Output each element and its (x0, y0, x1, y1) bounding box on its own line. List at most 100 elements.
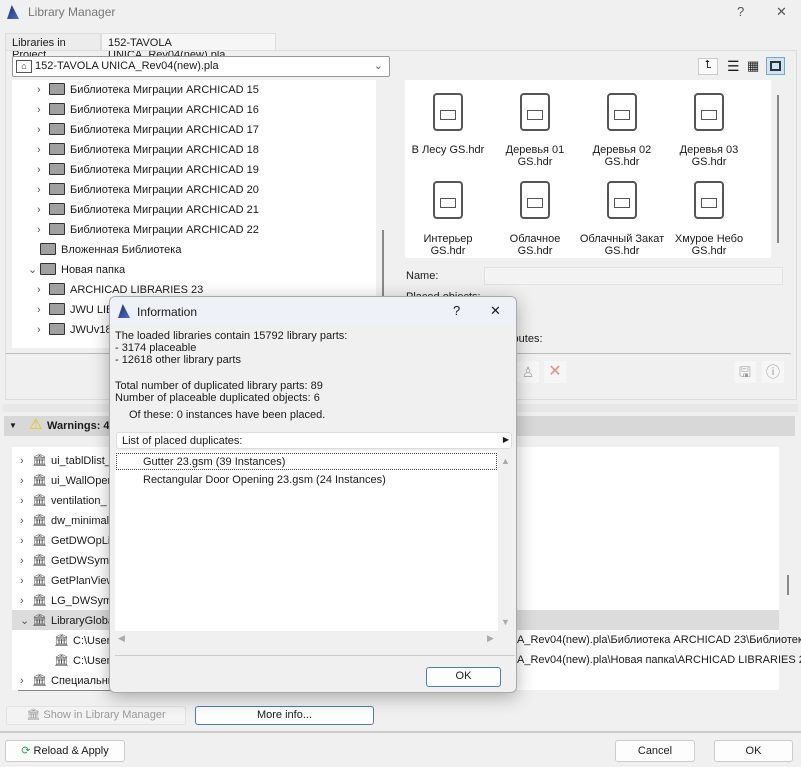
name-field[interactable] (484, 267, 783, 285)
project-select[interactable]: ⌂ 152-TAVOLA UNICA_Rev04(new).pla ⌄ (12, 56, 390, 77)
info-line: Number of placeable duplicated objects: … (115, 392, 320, 404)
chevron-icon[interactable]: › (37, 180, 49, 200)
tree-item[interactable]: › Библиотека Миграции ARCHICAD 19 (37, 160, 259, 180)
chevron-icon[interactable]: › (20, 511, 32, 531)
chevron-icon[interactable]: › (37, 100, 49, 120)
dialog-ok-button[interactable]: OK (426, 667, 501, 687)
grid-view-icon[interactable]: ▦ (747, 58, 763, 74)
file-label: Интерьер GS.hdr (423, 233, 473, 257)
chevron-icon[interactable]: › (20, 531, 32, 551)
collapse-triangle-icon: ▼ (9, 421, 17, 430)
list-vertical-scrollbar[interactable]: ▲ ▼ (498, 451, 511, 631)
help-button[interactable]: ? (737, 4, 744, 19)
preview-view-icon[interactable] (766, 57, 785, 75)
tab-project-file[interactable]: 152-TAVOLA UNICA_Rev04(new).pla (101, 33, 276, 61)
tree-item[interactable]: › JWUv18 (37, 320, 112, 340)
more-info-button[interactable]: More info... (195, 706, 374, 725)
chevron-icon[interactable]: › (20, 571, 32, 591)
tree-item-label: Библиотека Миграции ARCHICAD 19 (70, 164, 259, 176)
chevron-icon[interactable]: ⌄ (28, 260, 40, 280)
tree-item[interactable]: › Библиотека Миграции ARCHICAD 21 (37, 200, 259, 220)
list-view-icon[interactable]: ☰ (727, 58, 743, 74)
parent-folder-icon[interactable]: ⮤ (698, 58, 718, 75)
ok-button[interactable]: OK (714, 740, 793, 762)
scroll-left-icon[interactable]: ◀ (118, 633, 125, 644)
list-header[interactable]: List of placed duplicates: ▶ (116, 432, 512, 449)
reload-icon: ⟳ (21, 745, 34, 757)
chevron-icon[interactable]: ⌄ (20, 611, 32, 631)
chevron-icon[interactable]: › (20, 451, 32, 471)
dialog-close-button[interactable]: ✕ (490, 303, 501, 319)
tree-item[interactable]: › Библиотека Миграции ARCHICAD 22 (37, 220, 259, 240)
tree-item-label: Библиотека Миграции ARCHICAD 16 (70, 104, 259, 116)
dialog-help-button[interactable]: ? (453, 303, 460, 318)
chevron-icon[interactable]: › (37, 300, 49, 320)
hdr-file-icon[interactable] (520, 181, 550, 219)
list-horizontal-scrollbar[interactable]: ◀ ▶ (115, 631, 498, 645)
chevron-down-icon: ⌄ (373, 60, 383, 72)
tree-item[interactable]: Вложенная Библиотека (28, 240, 181, 260)
chevron-icon[interactable]: › (20, 551, 32, 571)
hdr-file-icon[interactable] (433, 93, 463, 131)
tree-item[interactable]: › Библиотека Миграции ARCHICAD 18 (37, 140, 259, 160)
chevron-icon[interactable]: › (20, 471, 32, 491)
tree-item-label: Вложенная Библиотека (61, 244, 182, 256)
warning-icon: ⚠ (29, 416, 43, 433)
tree-item[interactable]: › Библиотека Миграции ARCHICAD 17 (37, 120, 259, 140)
chevron-icon[interactable]: › (37, 200, 49, 220)
close-button[interactable]: ✕ (776, 4, 787, 20)
folder-icon (49, 283, 65, 295)
hdr-file-icon[interactable] (607, 181, 637, 219)
chevron-icon[interactable]: › (20, 491, 32, 511)
library-icon: 🏛 (54, 653, 70, 667)
tree-item-label: Библиотека Миграции ARCHICAD 22 (70, 224, 259, 236)
tree-item-label: Библиотека Миграции ARCHICAD 15 (70, 84, 259, 96)
chevron-icon[interactable]: › (37, 160, 49, 180)
tab-libraries-in-project[interactable]: Libraries in Project (5, 33, 101, 61)
cancel-button[interactable]: Cancel (615, 740, 695, 762)
list-item[interactable]: Gutter 23.gsm (39 Instances) (116, 453, 497, 470)
chevron-icon[interactable]: › (37, 220, 49, 240)
hdr-file-icon[interactable] (433, 181, 463, 219)
library-icon: 🏛 (32, 553, 48, 567)
tree-item-label: Библиотека Миграции ARCHICAD 21 (70, 204, 259, 216)
tree-item[interactable]: › Библиотека Миграции ARCHICAD 15 (37, 80, 259, 100)
warning-item-label: GetDWSymb (51, 555, 116, 567)
tree-item[interactable]: ⌄ Новая папка (28, 260, 125, 280)
scroll-down-icon[interactable]: ▼ (501, 617, 510, 627)
info-line: - 3174 placeable (115, 342, 197, 354)
place-object-icon[interactable]: ♙ (517, 361, 539, 383)
preview-scrollbar[interactable] (777, 95, 779, 243)
info-line: - 12618 other library parts (115, 354, 241, 366)
warnings-scrollbar[interactable] (787, 575, 789, 595)
delete-icon[interactable]: ✕ (544, 361, 566, 383)
save-icon[interactable]: 🖫 (734, 361, 756, 383)
hdr-file-icon[interactable] (520, 93, 550, 131)
hdr-file-icon[interactable] (607, 93, 637, 131)
show-in-library-manager-label: Show in Library Manager (43, 709, 166, 721)
file-label: Деревья 02 GS.hdr (592, 144, 652, 168)
show-in-library-manager-button[interactable]: 🏛 Show in Library Manager (6, 706, 186, 725)
library-icon: 🏛 (32, 453, 48, 467)
list-item[interactable]: Rectangular Door Opening 23.gsm (24 Inst… (116, 472, 386, 486)
file-label: Деревья 03 GS.hdr (679, 144, 739, 168)
chevron-icon[interactable]: › (20, 671, 32, 691)
chevron-icon[interactable]: › (37, 120, 49, 140)
tree-item[interactable]: › Библиотека Миграции ARCHICAD 16 (37, 100, 259, 120)
scroll-right-icon[interactable]: ▶ (487, 633, 494, 644)
info-icon[interactable]: ⓘ (762, 361, 784, 383)
hdr-file-icon[interactable] (694, 93, 724, 131)
chevron-icon[interactable]: › (37, 280, 49, 300)
tree-item[interactable]: › Библиотека Миграции ARCHICAD 20 (37, 180, 259, 200)
information-dialog: Information ? ✕ The loaded libraries con… (109, 296, 517, 693)
chevron-icon[interactable]: › (37, 320, 49, 340)
chevron-icon[interactable]: › (20, 591, 32, 611)
scroll-up-icon[interactable]: ▲ (501, 456, 510, 466)
tree-item-label: ARCHICAD LIBRARIES 23 (70, 284, 204, 296)
chevron-icon[interactable]: › (37, 80, 49, 100)
folder-icon (49, 303, 65, 315)
hdr-file-icon[interactable] (694, 181, 724, 219)
chevron-icon[interactable]: › (37, 140, 49, 160)
folder-icon (49, 223, 65, 235)
reload-apply-button[interactable]: ⟳ Reload & Apply (5, 740, 125, 762)
